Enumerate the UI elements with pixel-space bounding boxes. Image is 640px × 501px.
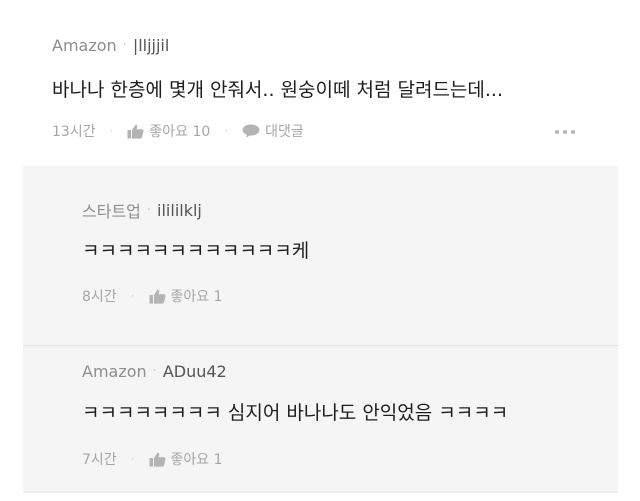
reply-time: 8시간 [82,289,117,305]
thumbs-up-icon [149,289,166,304]
like-count: 좋아요 1 [170,452,223,468]
reply-text: ㅋㅋㅋㅋㅋㅋㅋㅋ 심지어 바나나도 안익었음 ㅋㅋㅋㅋ [82,402,509,424]
thumbs-up-icon [127,124,144,139]
more-options-icon[interactable] [555,130,575,134]
comment-author: Amazon · |lljjjil [52,36,169,55]
like-button[interactable]: 좋아요 1 [149,286,223,306]
reply-actions: 7시간 · 좋아요 1 [82,449,223,469]
action-separator: · [109,124,114,138]
meta-separator: · [146,202,152,218]
reply-author: Amazon · ADuu42 [82,362,227,381]
reply-label: 대댓글 [265,124,304,140]
comment-time: 13시간 [52,124,96,140]
reply-divider [23,345,618,346]
reply-author: 스타트업 · ilililklj [82,198,202,222]
company-name[interactable]: Amazon [52,36,117,55]
speech-bubble-icon [242,124,260,138]
meta-separator: · [152,364,157,379]
meta-separator: · [122,38,127,53]
author-nickname[interactable]: |lljjjil [133,36,170,55]
reply-time: 7시간 [82,452,117,468]
company-name[interactable]: 스타트업 [82,198,141,222]
action-separator: · [130,452,135,466]
action-separator: · [130,289,135,303]
reply-text: ㅋㅋㅋㅋㅋㅋㅋㅋㅋㅋㅋㅋ케 [82,240,310,262]
thumbs-up-icon [149,452,166,467]
like-button[interactable]: 좋아요 10 [127,121,210,141]
reply-button[interactable]: 대댓글 [242,121,304,141]
more-dot [555,130,559,134]
like-count: 좋아요 1 [170,289,223,305]
comment-actions: 13시간 · 좋아요 10 · 대댓글 [52,121,304,141]
company-name[interactable]: Amazon [82,362,147,381]
author-nickname[interactable]: ilililklj [157,201,202,220]
more-dot [571,130,575,134]
author-nickname[interactable]: ADuu42 [163,362,227,381]
comment-main: Amazon · |lljjjil 바나나 한층에 몇개 안줘서.. 원숭이떼 … [0,0,640,165]
like-count: 좋아요 10 [149,124,211,140]
like-button[interactable]: 좋아요 1 [149,449,223,469]
comment-text: 바나나 한층에 몇개 안줘서.. 원숭이떼 처럼 달려드는데... [52,79,503,101]
section-divider [23,491,618,493]
more-dot [563,130,567,134]
action-separator: · [224,124,229,138]
reply-actions: 8시간 · 좋아요 1 [82,286,223,306]
